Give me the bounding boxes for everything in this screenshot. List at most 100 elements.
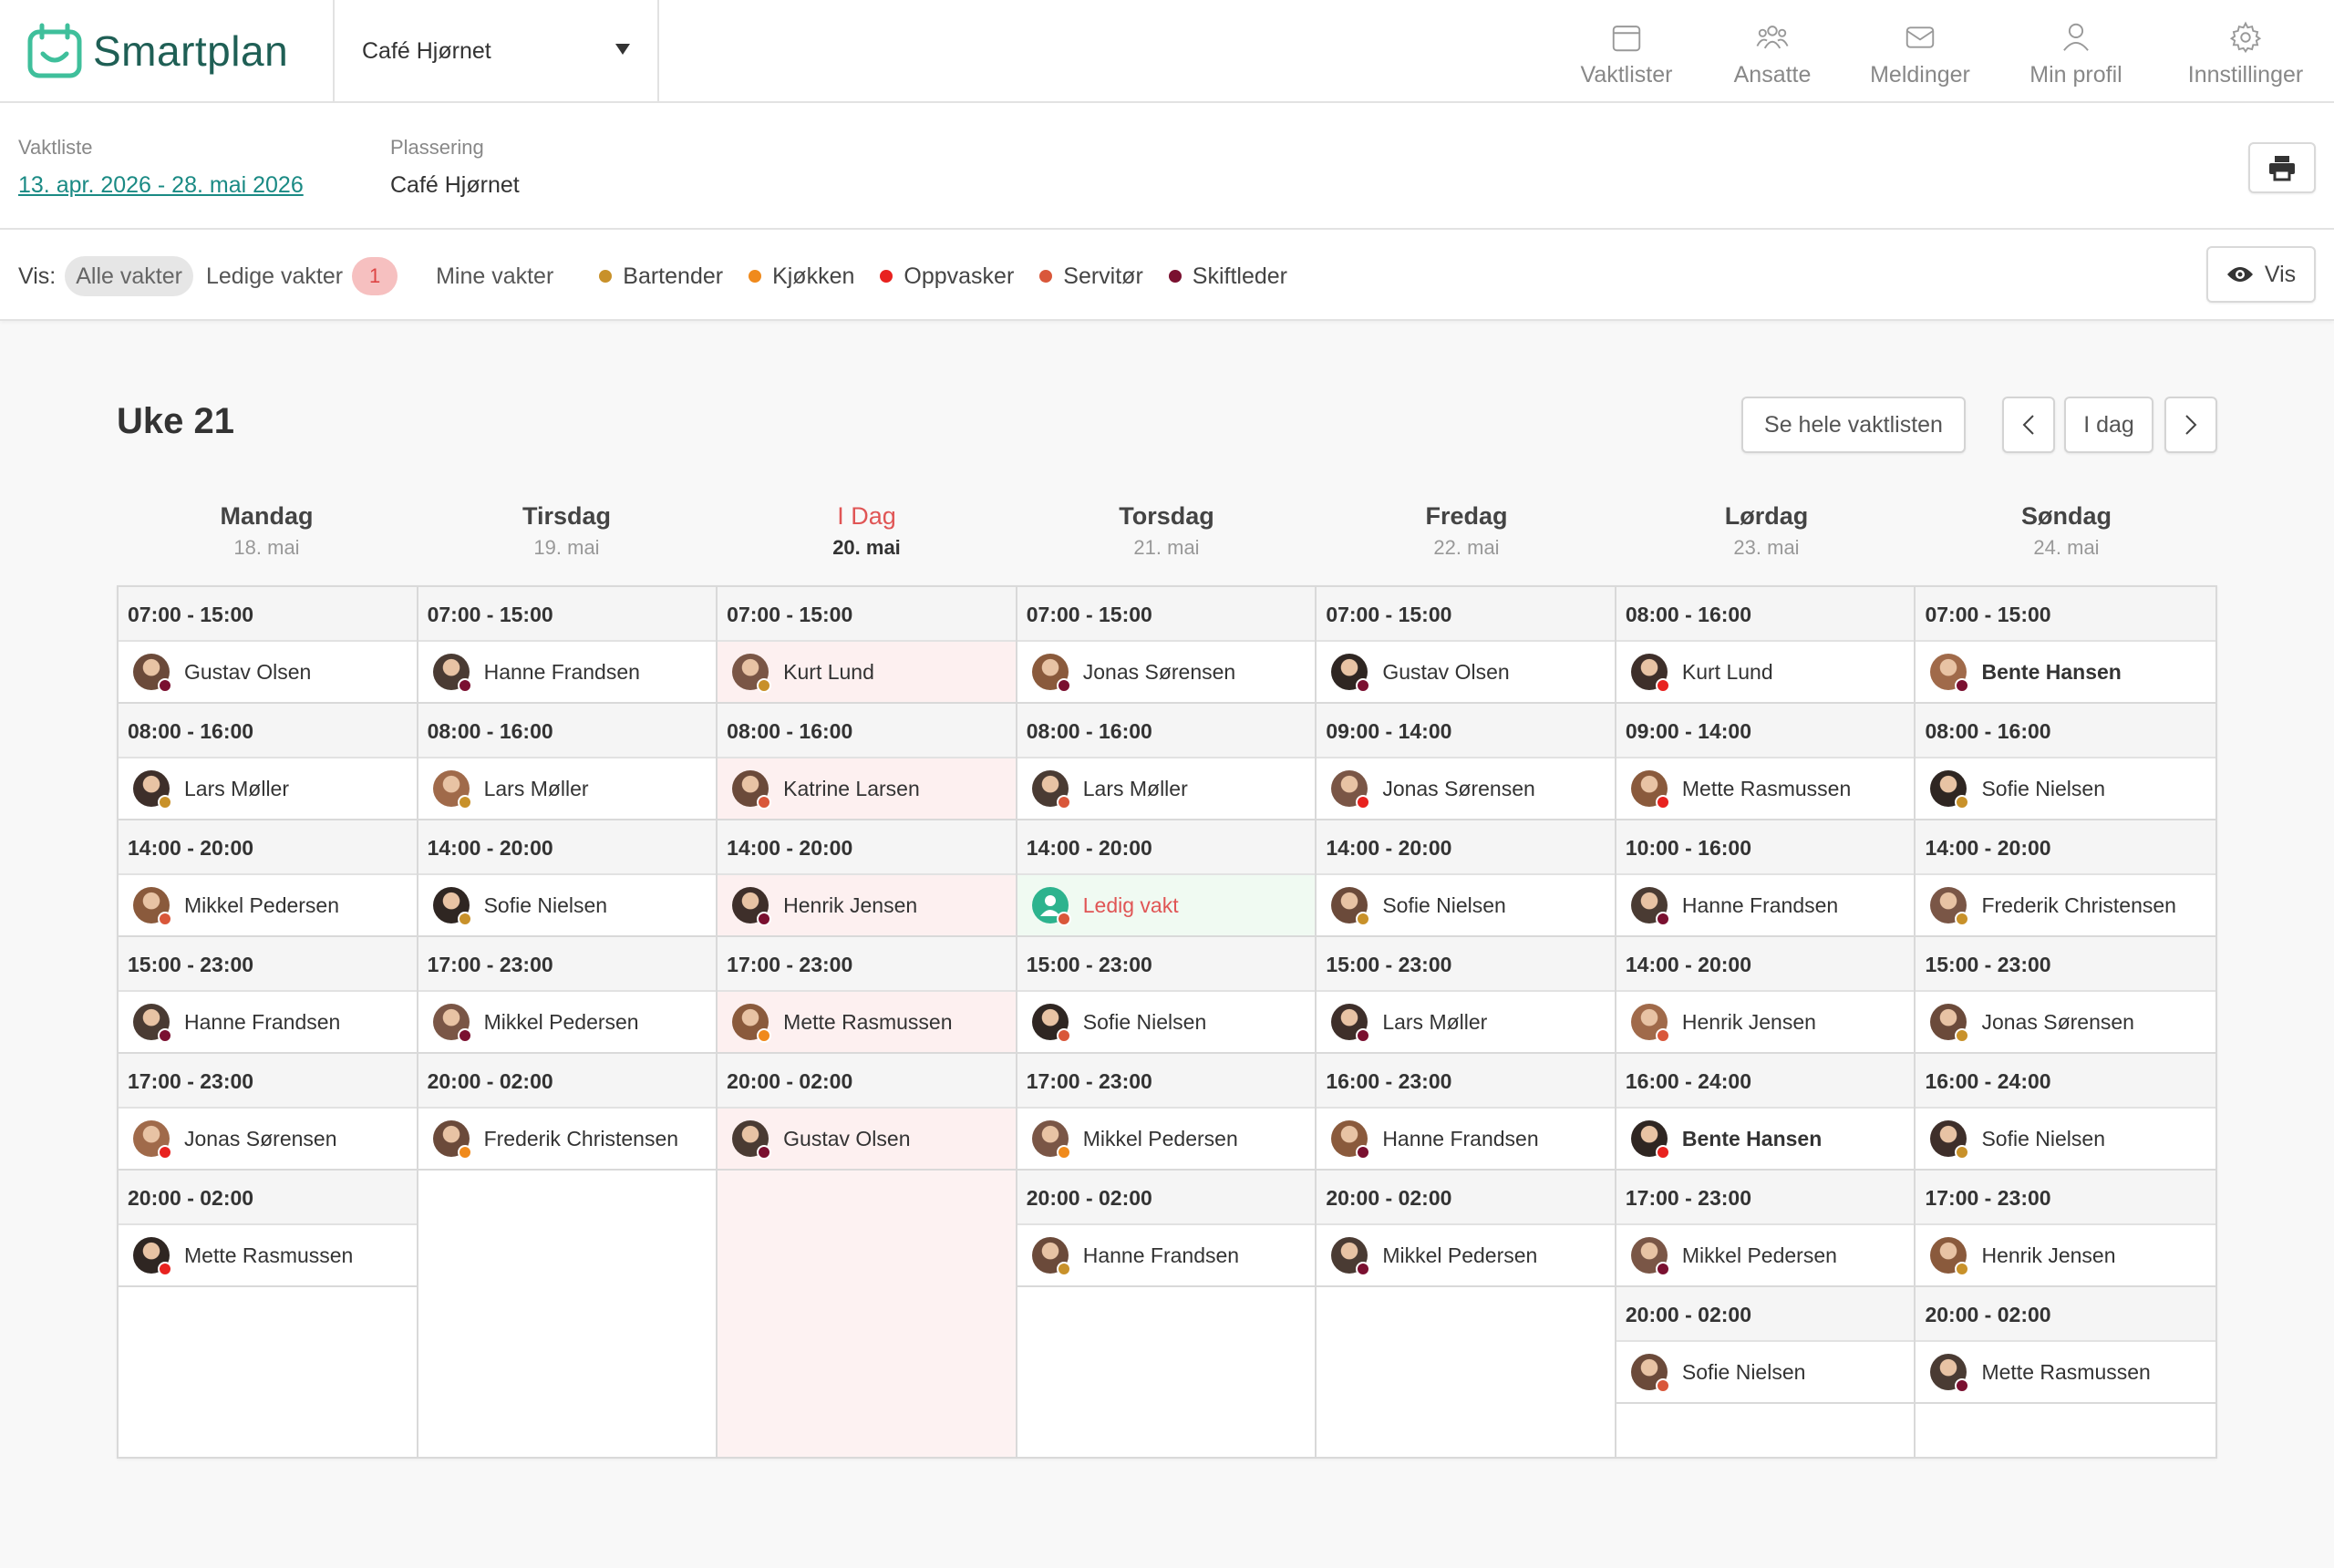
shift-employee[interactable]: Frederik Christensen xyxy=(418,1109,717,1169)
shift-slot[interactable]: 17:00 - 23:00 Mikkel Pedersen xyxy=(1616,1171,1915,1287)
shift-employee[interactable]: Lars Møller xyxy=(1317,992,1615,1052)
shift-employee[interactable]: Jonas Sørensen xyxy=(119,1109,417,1169)
shift-employee[interactable]: Hanne Frandsen xyxy=(1017,1225,1316,1285)
shift-employee[interactable]: Hanne Frandsen xyxy=(119,992,417,1052)
shift-slot[interactable]: 08:00 - 16:00 Sofie Nielsen xyxy=(1916,704,2216,820)
shift-slot[interactable]: 20:00 - 02:00 Hanne Frandsen xyxy=(1017,1171,1316,1287)
shift-slot[interactable]: 08:00 - 16:00 Lars Møller xyxy=(119,704,417,820)
app-logo[interactable]: Smartplan xyxy=(27,22,288,80)
nav-min-profil[interactable]: Min profil xyxy=(1995,0,2157,103)
shift-employee[interactable]: Henrik Jensen xyxy=(1616,992,1915,1052)
shift-slot[interactable]: 09:00 - 14:00 Jonas Sørensen xyxy=(1317,704,1615,820)
shift-slot[interactable]: 17:00 - 23:00 Mikkel Pedersen xyxy=(1017,1054,1316,1171)
shift-employee[interactable]: Mikkel Pedersen xyxy=(119,875,417,935)
shift-slot[interactable]: 15:00 - 23:00 Jonas Sørensen xyxy=(1916,937,2216,1054)
shift-slot[interactable]: 08:00 - 16:00 Katrine Larsen xyxy=(718,704,1016,820)
shift-slot[interactable]: 07:00 - 15:00 Bente Hansen xyxy=(1916,587,2216,704)
filter-all-shifts[interactable]: Alle vakter xyxy=(65,256,193,296)
shift-employee[interactable]: Mikkel Pedersen xyxy=(418,992,717,1052)
shift-slot[interactable]: 07:00 - 15:00 Jonas Sørensen xyxy=(1017,587,1316,704)
shift-employee[interactable]: Mette Rasmussen xyxy=(119,1225,417,1285)
view-options-button[interactable]: Vis xyxy=(2206,246,2316,303)
shift-slot[interactable]: 14:00 - 20:00 Mikkel Pedersen xyxy=(119,820,417,937)
shift-slot[interactable]: 16:00 - 23:00 Hanne Frandsen xyxy=(1317,1054,1615,1171)
shift-employee[interactable]: Mette Rasmussen xyxy=(1916,1342,2215,1402)
shift-employee[interactable]: Henrik Jensen xyxy=(718,875,1016,935)
nav-meldinger[interactable]: Meldinger xyxy=(1845,0,1995,103)
shift-slot[interactable]: 14:00 - 20:00 Sofie Nielsen xyxy=(1317,820,1615,937)
shift-slot[interactable]: 17:00 - 23:00 Mikkel Pedersen xyxy=(418,937,717,1054)
filter-my-shifts[interactable]: Mine vakter xyxy=(425,256,564,296)
shift-slot[interactable]: 17:00 - 23:00 Jonas Sørensen xyxy=(119,1054,417,1171)
shift-slot[interactable]: 14:00 - 20:00 Henrik Jensen xyxy=(718,820,1016,937)
shift-slot[interactable]: 17:00 - 23:00 Mette Rasmussen xyxy=(718,937,1016,1054)
shift-slot[interactable]: 17:00 - 23:00 Henrik Jensen xyxy=(1916,1171,2216,1287)
shift-slot[interactable]: 09:00 - 14:00 Mette Rasmussen xyxy=(1616,704,1915,820)
shift-employee[interactable]: Jonas Sørensen xyxy=(1916,992,2215,1052)
shift-employee[interactable]: Mikkel Pedersen xyxy=(1017,1109,1316,1169)
shift-employee[interactable]: Lars Møller xyxy=(119,758,417,819)
shift-employee[interactable]: Jonas Sørensen xyxy=(1317,758,1615,819)
shift-slot[interactable]: 15:00 - 23:00 Lars Møller xyxy=(1317,937,1615,1054)
shift-employee[interactable]: Bente Hansen xyxy=(1916,642,2215,702)
shift-slot[interactable]: 08:00 - 16:00 Lars Møller xyxy=(418,704,717,820)
open-shift[interactable]: Ledig vakt xyxy=(1017,875,1316,935)
shift-slot[interactable]: 14:00 - 20:00 Ledig vakt xyxy=(1017,820,1316,937)
next-week-button[interactable] xyxy=(2164,397,2217,453)
shift-employee[interactable]: Mikkel Pedersen xyxy=(1317,1225,1615,1285)
shift-employee[interactable]: Kurt Lund xyxy=(1616,642,1915,702)
shift-employee[interactable]: Sofie Nielsen xyxy=(418,875,717,935)
shift-employee[interactable]: Frederik Christensen xyxy=(1916,875,2215,935)
shift-slot[interactable]: 16:00 - 24:00 Bente Hansen xyxy=(1616,1054,1915,1171)
shift-slot[interactable]: 20:00 - 02:00 Mikkel Pedersen xyxy=(1317,1171,1615,1287)
shift-employee[interactable]: Mette Rasmussen xyxy=(1616,758,1915,819)
shift-employee[interactable]: Sofie Nielsen xyxy=(1916,1109,2215,1169)
shift-slot[interactable]: 20:00 - 02:00 Mette Rasmussen xyxy=(119,1171,417,1287)
shift-slot[interactable]: 20:00 - 02:00 Mette Rasmussen xyxy=(1916,1287,2216,1404)
shift-slot[interactable]: 14:00 - 20:00 Sofie Nielsen xyxy=(418,820,717,937)
shift-employee[interactable]: Sofie Nielsen xyxy=(1616,1342,1915,1402)
shift-slot[interactable]: 14:00 - 20:00 Henrik Jensen xyxy=(1616,937,1915,1054)
filter-open-shifts[interactable]: Ledige vakter 1 xyxy=(195,256,408,296)
shift-employee[interactable]: Gustav Olsen xyxy=(1317,642,1615,702)
shift-employee[interactable]: Sofie Nielsen xyxy=(1916,758,2215,819)
shift-employee[interactable]: Mikkel Pedersen xyxy=(1616,1225,1915,1285)
shift-employee[interactable]: Sofie Nielsen xyxy=(1317,875,1615,935)
shift-employee[interactable]: Katrine Larsen xyxy=(718,758,1016,819)
shift-employee[interactable]: Mette Rasmussen xyxy=(718,992,1016,1052)
nav-ansatte[interactable]: Ansatte xyxy=(1699,0,1845,103)
location-select[interactable]: Café Hjørnet xyxy=(333,0,659,103)
shift-employee[interactable]: Gustav Olsen xyxy=(718,1109,1016,1169)
shift-slot[interactable]: 08:00 - 16:00 Lars Møller xyxy=(1017,704,1316,820)
shift-slot[interactable]: 15:00 - 23:00 Sofie Nielsen xyxy=(1017,937,1316,1054)
shift-slot[interactable]: 07:00 - 15:00 Gustav Olsen xyxy=(1317,587,1615,704)
shift-slot[interactable]: 20:00 - 02:00 Gustav Olsen xyxy=(718,1054,1016,1171)
shift-slot[interactable]: 14:00 - 20:00 Frederik Christensen xyxy=(1916,820,2216,937)
shift-employee[interactable]: Hanne Frandsen xyxy=(418,642,717,702)
shift-slot[interactable]: 20:00 - 02:00 Frederik Christensen xyxy=(418,1054,717,1171)
shift-slot[interactable]: 07:00 - 15:00 Kurt Lund xyxy=(718,587,1016,704)
shift-employee[interactable]: Henrik Jensen xyxy=(1916,1225,2215,1285)
shift-employee[interactable]: Hanne Frandsen xyxy=(1317,1109,1615,1169)
shift-employee[interactable]: Gustav Olsen xyxy=(119,642,417,702)
shift-slot[interactable]: 07:00 - 15:00 Gustav Olsen xyxy=(119,587,417,704)
shift-employee[interactable]: Jonas Sørensen xyxy=(1017,642,1316,702)
roster-period-link[interactable]: 13. apr. 2026 - 28. mai 2026 xyxy=(18,172,304,199)
shift-employee[interactable]: Lars Møller xyxy=(1017,758,1316,819)
nav-vaktlister[interactable]: Vaktlister xyxy=(1554,0,1699,103)
see-full-roster-button[interactable]: Se hele vaktlisten xyxy=(1741,397,1966,453)
nav-innstillinger[interactable]: Innstillinger xyxy=(2157,0,2334,103)
shift-employee[interactable]: Bente Hansen xyxy=(1616,1109,1915,1169)
today-button[interactable]: I dag xyxy=(2064,397,2153,453)
shift-employee[interactable]: Hanne Frandsen xyxy=(1616,875,1915,935)
prev-week-button[interactable] xyxy=(2002,397,2055,453)
shift-slot[interactable]: 16:00 - 24:00 Sofie Nielsen xyxy=(1916,1054,2216,1171)
shift-slot[interactable]: 10:00 - 16:00 Hanne Frandsen xyxy=(1616,820,1915,937)
shift-slot[interactable]: 07:00 - 15:00 Hanne Frandsen xyxy=(418,587,717,704)
shift-slot[interactable]: 08:00 - 16:00 Kurt Lund xyxy=(1616,587,1915,704)
shift-slot[interactable]: 20:00 - 02:00 Sofie Nielsen xyxy=(1616,1287,1915,1404)
shift-employee[interactable]: Lars Møller xyxy=(418,758,717,819)
shift-employee[interactable]: Sofie Nielsen xyxy=(1017,992,1316,1052)
shift-slot[interactable]: 15:00 - 23:00 Hanne Frandsen xyxy=(119,937,417,1054)
print-button[interactable] xyxy=(2248,142,2316,193)
